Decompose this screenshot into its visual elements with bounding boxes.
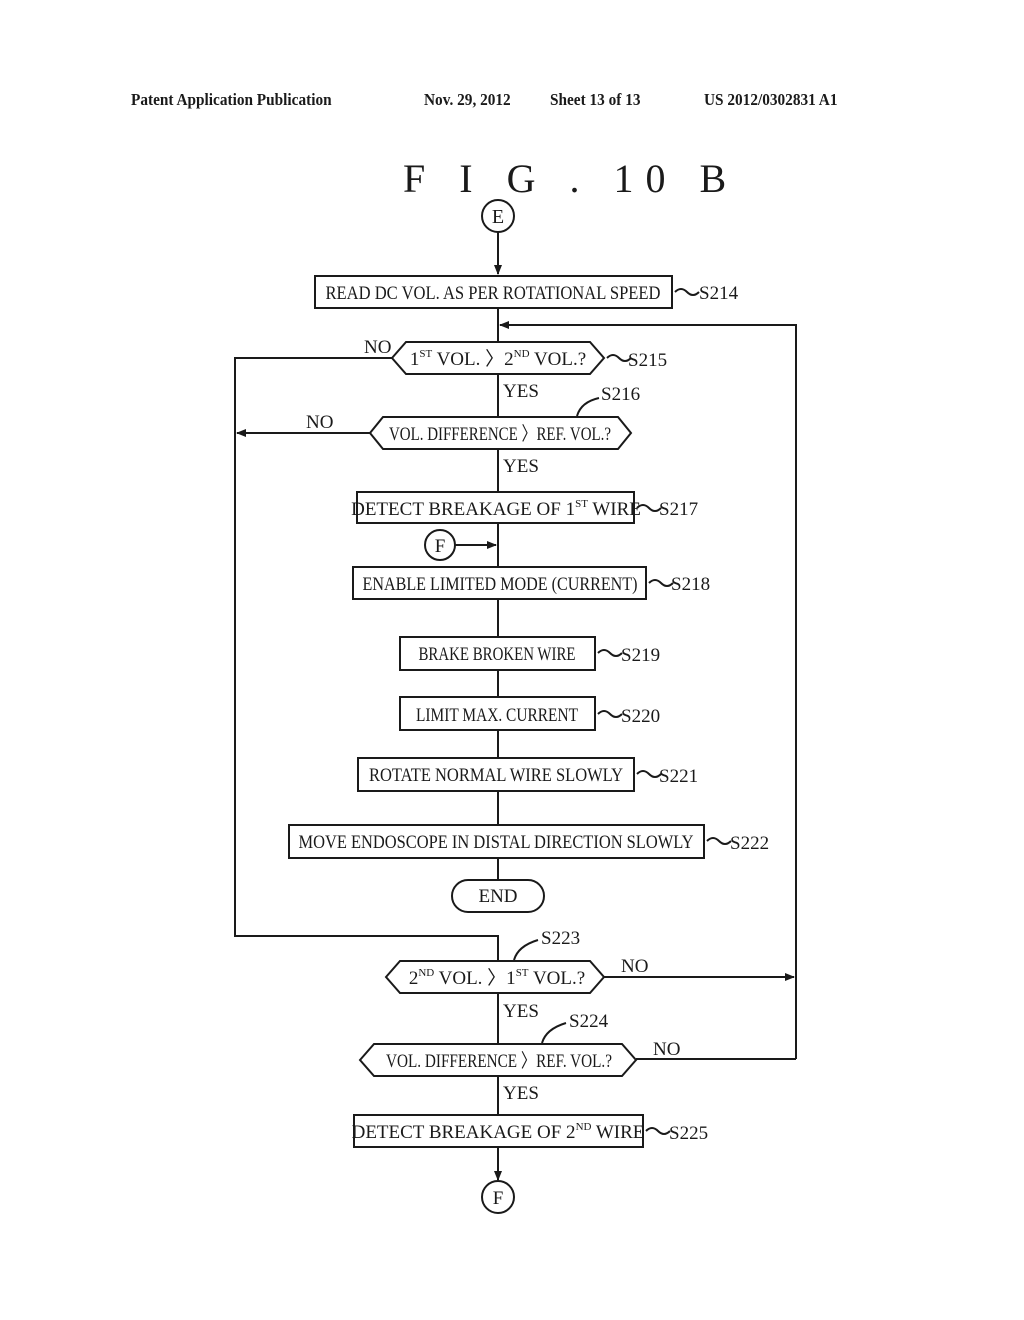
step-s214-text: READ DC VOL. AS PER ROTATIONAL SPEED xyxy=(326,283,661,304)
step-s224-id: S224 xyxy=(569,1011,609,1032)
step-s218-text: ENABLE LIMITED MODE (CURRENT) xyxy=(363,574,638,595)
s221-leader xyxy=(636,770,662,778)
s223-no-label: NO xyxy=(621,956,648,977)
step-s221-id: S221 xyxy=(659,766,698,787)
step-s216-id: S216 xyxy=(601,384,640,405)
connector-e-label: E xyxy=(492,206,504,228)
step-s217-text: DETECT BREAKAGE OF 1ST WIRE xyxy=(351,498,641,520)
s214-leader xyxy=(674,288,700,296)
step-s220-text: LIMIT MAX. CURRENT xyxy=(416,705,578,726)
s224-no-label: NO xyxy=(653,1039,680,1060)
s219-leader xyxy=(597,649,623,657)
step-s219-id: S219 xyxy=(621,645,660,666)
step-s217-id: S217 xyxy=(659,499,698,520)
end-label: END xyxy=(478,886,517,907)
step-s223-id: S223 xyxy=(541,928,580,949)
s215-no-label: NO xyxy=(364,337,391,358)
connector-f-out-label: F xyxy=(493,1188,504,1209)
step-s225-id: S225 xyxy=(669,1123,708,1144)
s223-leader xyxy=(513,939,539,961)
flowchart: E READ DC VOL. AS PER ROTATIONAL SPEED S… xyxy=(234,199,797,1214)
s220-leader xyxy=(597,710,623,718)
step-s218-id: S218 xyxy=(671,574,710,595)
s218-leader xyxy=(648,579,674,587)
s223-yes-label: YES xyxy=(503,1001,539,1022)
s216-yes-label: YES xyxy=(503,456,539,477)
step-s215-id: S215 xyxy=(628,350,667,371)
connector-f-in-label: F xyxy=(435,536,446,557)
step-s220-id: S220 xyxy=(621,706,660,727)
step-s216-text: VOL. DIFFERENCE 〉REF. VOL.? xyxy=(389,423,611,445)
step-s222-id: S222 xyxy=(730,833,769,854)
step-s225-text: DETECT BREAKAGE OF 2ND WIRE xyxy=(352,1121,645,1143)
step-s219-text: BRAKE BROKEN WIRE xyxy=(419,644,576,665)
step-s214-id: S214 xyxy=(699,283,739,304)
step-s215-text: 1ST VOL. 〉2ND VOL.? xyxy=(410,348,586,370)
step-s222-text: MOVE ENDOSCOPE IN DISTAL DIRECTION SLOWL… xyxy=(299,832,694,853)
s222-leader xyxy=(706,837,732,845)
s216-no-label: NO xyxy=(306,412,333,433)
s216-leader xyxy=(576,397,600,417)
step-s221-text: ROTATE NORMAL WIRE SLOWLY xyxy=(369,765,623,786)
s225-leader xyxy=(645,1127,671,1135)
step-s223-text: 2ND VOL. 〉1ST VOL.? xyxy=(409,967,585,989)
s224-yes-label: YES xyxy=(503,1083,539,1104)
s215-yes-label: YES xyxy=(503,381,539,402)
s224-leader xyxy=(541,1022,567,1044)
step-s224-text: VOL. DIFFERENCE 〉REF. VOL.? xyxy=(386,1050,612,1072)
